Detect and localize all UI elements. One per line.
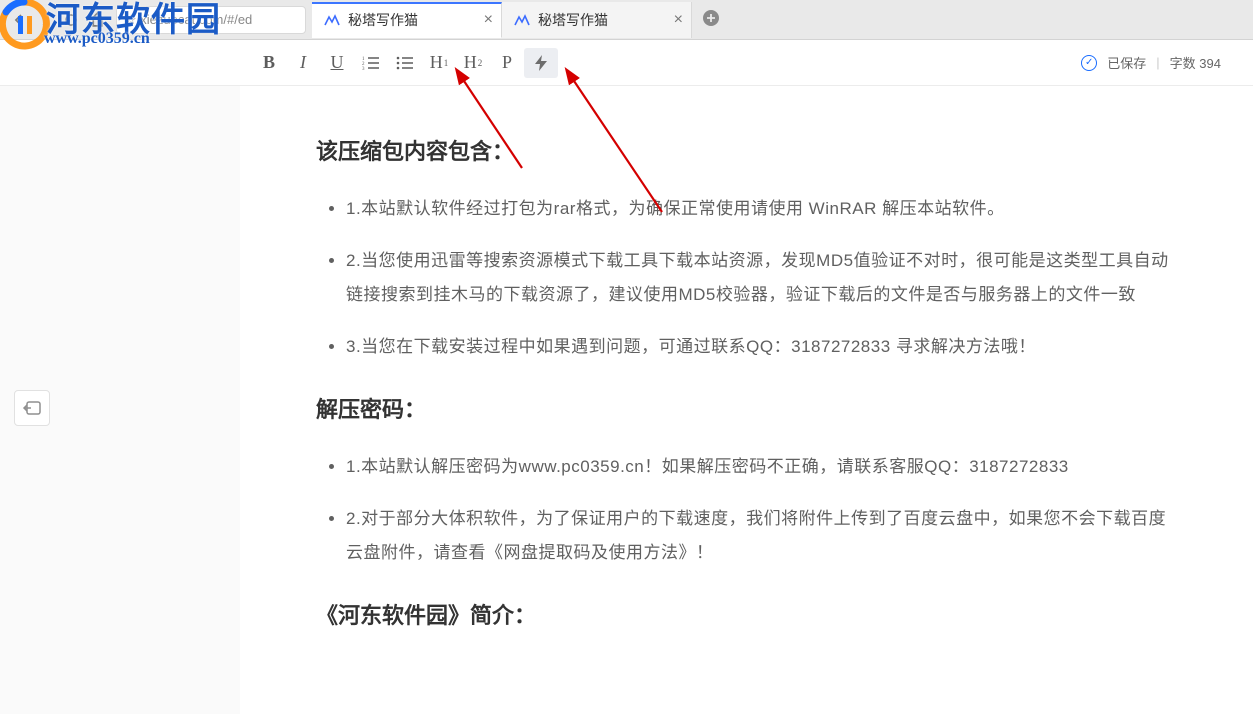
tab-favicon-icon (324, 12, 340, 28)
status-bar: ✓ 已保存 | 字数 394 (1081, 53, 1221, 72)
reload-button[interactable] (58, 7, 84, 33)
tab-title: 秘塔写作猫 (538, 10, 608, 30)
ai-action-button[interactable] (524, 48, 558, 78)
word-count: 字数 394 (1170, 53, 1221, 72)
browser-tab-1[interactable]: 秘塔写作猫 × (312, 2, 502, 38)
outdent-side-button[interactable] (14, 390, 50, 426)
content-list-1: 1.本站默认软件经过打包为rar格式，为确保正常使用请使用 WinRAR 解压本… (316, 192, 1173, 364)
list-item: 2.对于部分大体积软件，为了保证用户的下载速度，我们将附件上传到了百度云盘中，如… (346, 502, 1173, 570)
bold-button[interactable]: B (252, 48, 286, 78)
editor-toolbar: B I U 123 H1 H2 P ✓ 已保存 | 字数 394 (0, 40, 1253, 86)
italic-button[interactable]: I (286, 48, 320, 78)
list-item: 2.当您使用迅雷等搜索资源模式下载工具下载本站资源，发现MD5值验证不对时，很可… (346, 244, 1173, 312)
section-heading: 解压密码： (316, 392, 1173, 424)
ordered-list-button[interactable]: 123 (354, 48, 388, 78)
back-button[interactable] (6, 7, 32, 33)
section-heading: 《河东软件园》简介： (316, 598, 1173, 630)
paragraph-button[interactable]: P (490, 48, 524, 78)
saved-label: 已保存 (1107, 53, 1146, 72)
heading1-button[interactable]: H1 (422, 48, 456, 78)
url-text: xiezuocat.com/#/ed (140, 12, 252, 27)
list-item: 1.本站默认解压密码为www.pc0359.cn！如果解压密码不正确，请联系客服… (346, 450, 1173, 484)
heading2-button[interactable]: H2 (456, 48, 490, 78)
svg-text:3: 3 (362, 67, 365, 71)
browser-chrome-bar: ☆ xiezuocat.com/#/ed 秘塔写作猫 × 秘塔写作猫 × (0, 0, 1253, 40)
add-tab-button[interactable] (692, 7, 730, 33)
tab-title: 秘塔写作猫 (348, 10, 418, 30)
underline-button[interactable]: U (320, 48, 354, 78)
close-icon[interactable]: × (484, 11, 493, 29)
list-item: 1.本站默认软件经过打包为rar格式，为确保正常使用请使用 WinRAR 解压本… (346, 192, 1173, 226)
saved-check-icon: ✓ (1081, 55, 1097, 71)
unordered-list-button[interactable] (388, 48, 422, 78)
content-list-2: 1.本站默认解压密码为www.pc0359.cn！如果解压密码不正确，请联系客服… (316, 450, 1173, 570)
separator: | (1156, 55, 1159, 70)
tab-favicon-icon (514, 12, 530, 28)
home-button[interactable] (84, 7, 110, 33)
forward-button[interactable] (32, 7, 58, 33)
close-icon[interactable]: × (674, 11, 683, 29)
browser-tab-2[interactable]: 秘塔写作猫 × (502, 2, 692, 38)
section-heading: 该压缩包内容包含： (316, 134, 1173, 166)
address-bar[interactable]: ☆ xiezuocat.com/#/ed (116, 6, 306, 34)
editor-canvas[interactable]: 该压缩包内容包含： 1.本站默认软件经过打包为rar格式，为确保正常使用请使用 … (240, 86, 1253, 714)
list-item: 3.当您在下载安装过程中如果遇到问题，可通过联系QQ：3187272833 寻求… (346, 330, 1173, 364)
